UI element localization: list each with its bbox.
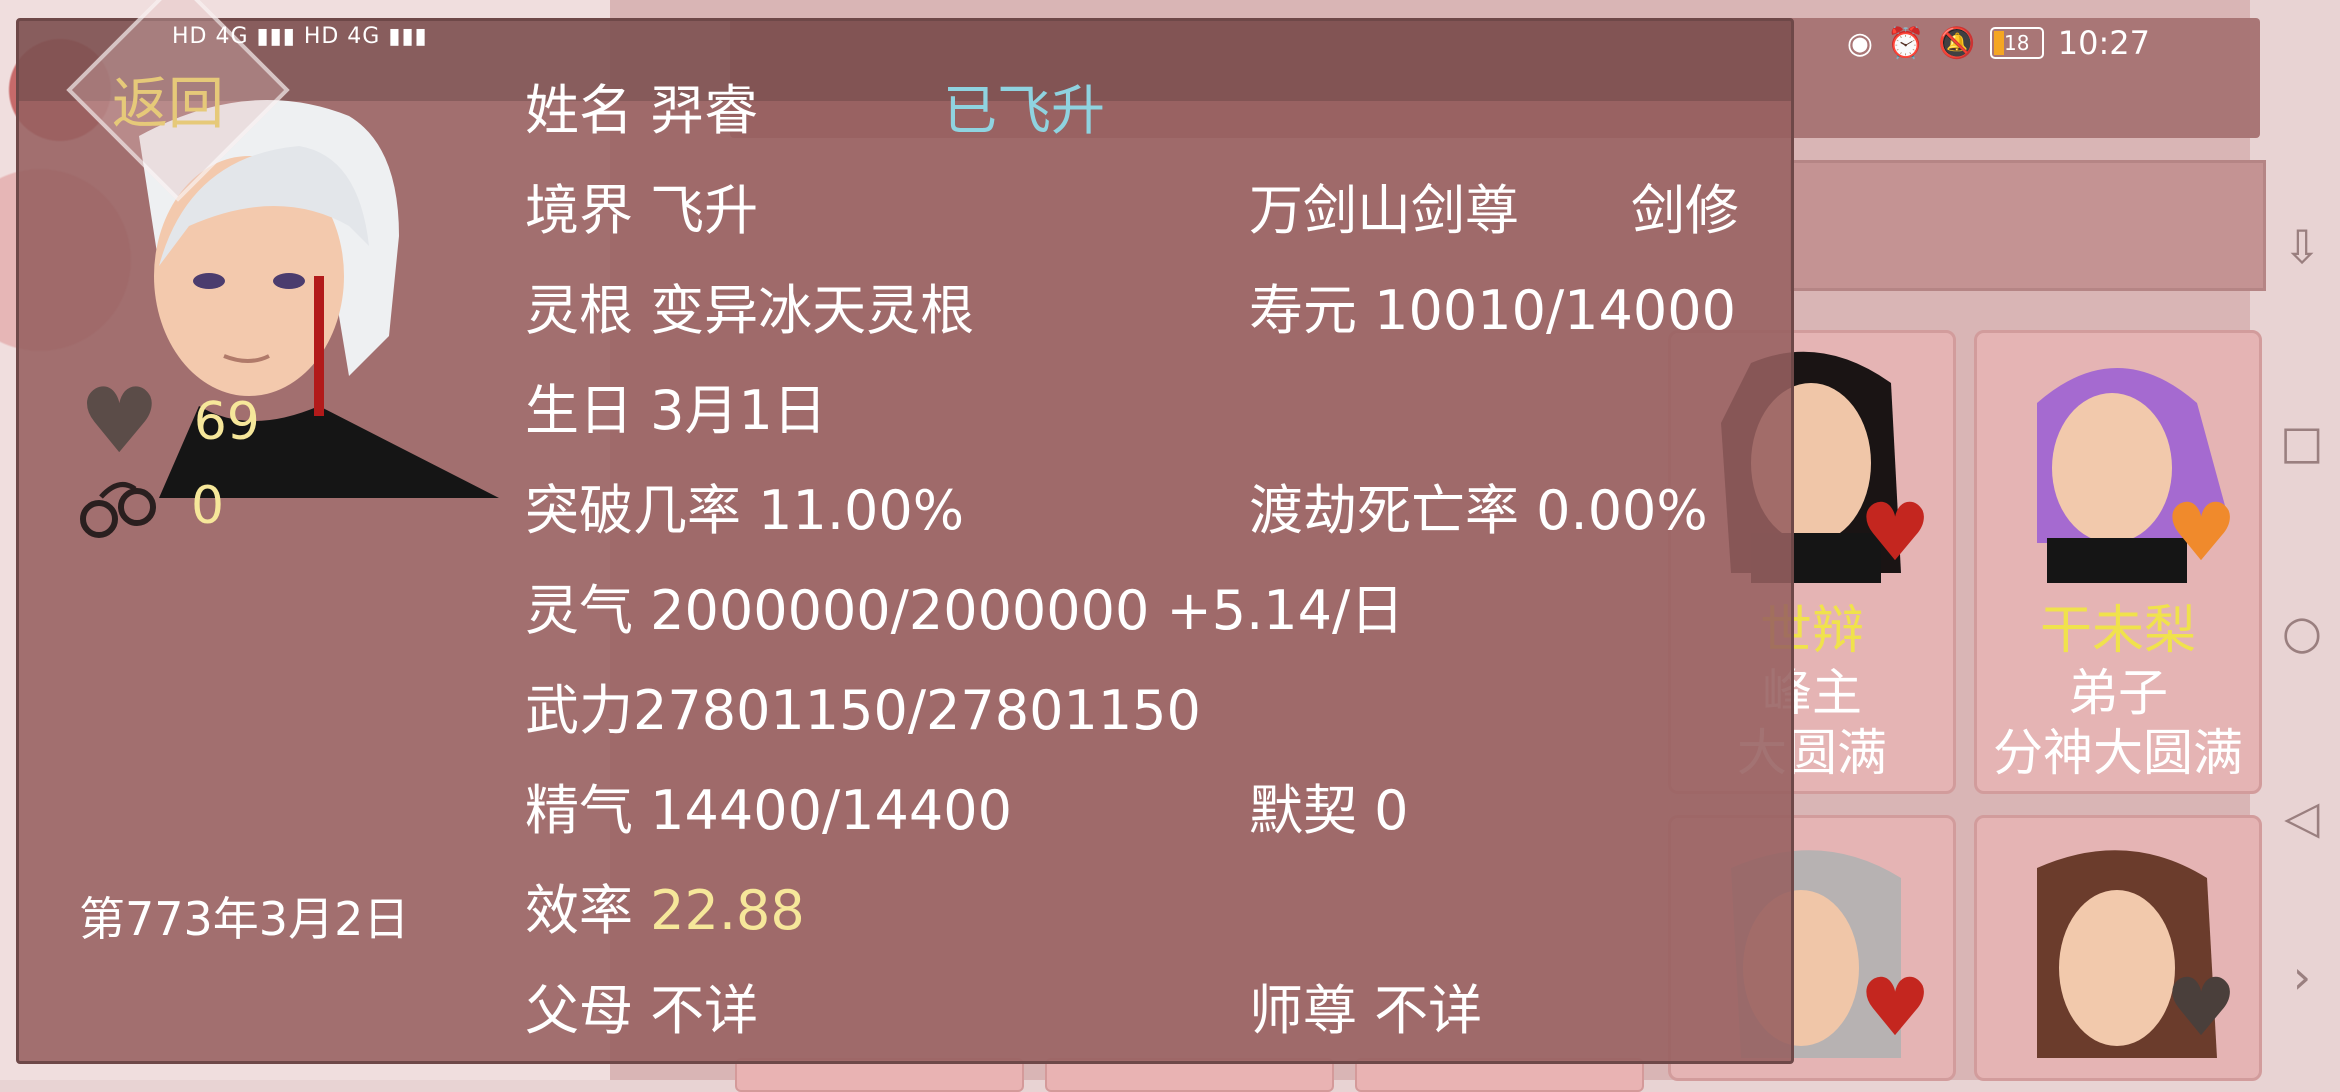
name-row: 姓名 羿睿 bbox=[525, 79, 759, 142]
signal-indicators: HD 4G ▮▮▮ HD 4G ▮▮▮ bbox=[172, 24, 428, 49]
lifespan-row: 寿元 10010/14000 bbox=[1249, 279, 1736, 342]
birthday-row: 生日 3月1日 bbox=[525, 379, 827, 442]
realm-row: 境界 飞升 bbox=[525, 179, 759, 242]
master-row: 师尊 不详 bbox=[1249, 979, 1483, 1042]
chevron-right-icon[interactable]: › bbox=[2280, 954, 2324, 1000]
tribulation-row: 渡劫死亡率 0.00% bbox=[1249, 479, 1708, 542]
qi-row: 灵气 2000000/2000000 +5.14/日 bbox=[525, 579, 1405, 642]
handcuffs-icon bbox=[80, 482, 156, 538]
breakthrough-row: 突破几率 11.00% bbox=[525, 479, 965, 542]
efficiency-value: 22.88 bbox=[650, 879, 805, 942]
background-subbar bbox=[1790, 160, 2266, 291]
bond-value: 0 bbox=[191, 476, 225, 536]
disciple-card[interactable]: ♥ 干未梨 弟子 分神大圆满 bbox=[1974, 330, 2262, 794]
heart-icon: ♥ bbox=[1859, 486, 1931, 579]
back-nav-icon[interactable]: ◁ bbox=[2280, 794, 2324, 840]
mute-bell-icon: 🔕 bbox=[1938, 25, 1976, 61]
ascension-status: 已飞升 bbox=[943, 79, 1105, 142]
character-name: 羿睿 bbox=[650, 79, 759, 142]
clock: 10:27 bbox=[2057, 24, 2150, 62]
essence-row: 精气 14400/14400 bbox=[525, 779, 1012, 842]
class-label: 剑修 bbox=[1631, 179, 1739, 242]
affection-stat: ♥ 69 bbox=[79, 369, 260, 474]
heart-icon: ♥ bbox=[1859, 961, 1931, 1054]
disciple-card[interactable]: ♥ bbox=[1974, 815, 2262, 1081]
alarm-icon: ⏰ bbox=[1887, 25, 1925, 61]
back-button-label[interactable]: 返回 bbox=[112, 59, 224, 140]
menu-down-icon[interactable]: ⇩ bbox=[2280, 224, 2324, 270]
heart-icon: ♥ bbox=[2165, 961, 2237, 1054]
game-date: 第773年3月2日 bbox=[79, 892, 410, 946]
bond-row: 默契 0 bbox=[1249, 779, 1409, 842]
system-nav-bar: ⇩ □ ○ ◁ › bbox=[2260, 0, 2340, 1080]
heart-icon: ♥ bbox=[79, 369, 160, 474]
home-icon[interactable]: ○ bbox=[2280, 609, 2324, 655]
heart-icon: ♥ bbox=[2165, 486, 2237, 579]
character-detail-panel: 返回 ♥ 69 0 第773年3月2日 姓名 羿睿 已飞升 境界 飞升 万剑山剑… bbox=[16, 0, 1794, 1064]
parents-row: 父母 不详 bbox=[525, 979, 759, 1042]
disciple-realm: 分神大圆满 bbox=[1993, 724, 2243, 782]
eye-icon: ◉ bbox=[1846, 25, 1874, 61]
bond-stat: 0 bbox=[79, 467, 224, 545]
disciple-name: 干未梨 bbox=[2039, 601, 2196, 661]
efficiency-row: 效率 22.88 bbox=[525, 879, 805, 942]
battery-icon: 18 bbox=[1989, 27, 2044, 59]
force-row: 武力27801150/27801150 bbox=[525, 679, 1201, 742]
title-label: 万剑山剑尊 bbox=[1249, 179, 1519, 242]
recents-icon[interactable]: □ bbox=[2280, 419, 2324, 465]
spirit-root-row: 灵根 变异冰天灵根 bbox=[525, 279, 975, 342]
affection-value: 69 bbox=[193, 391, 260, 452]
status-bar: HD 4G ▮▮▮ HD 4G ▮▮▮ ◉ ⏰ 🔕 18 10:27 bbox=[0, 0, 2340, 70]
